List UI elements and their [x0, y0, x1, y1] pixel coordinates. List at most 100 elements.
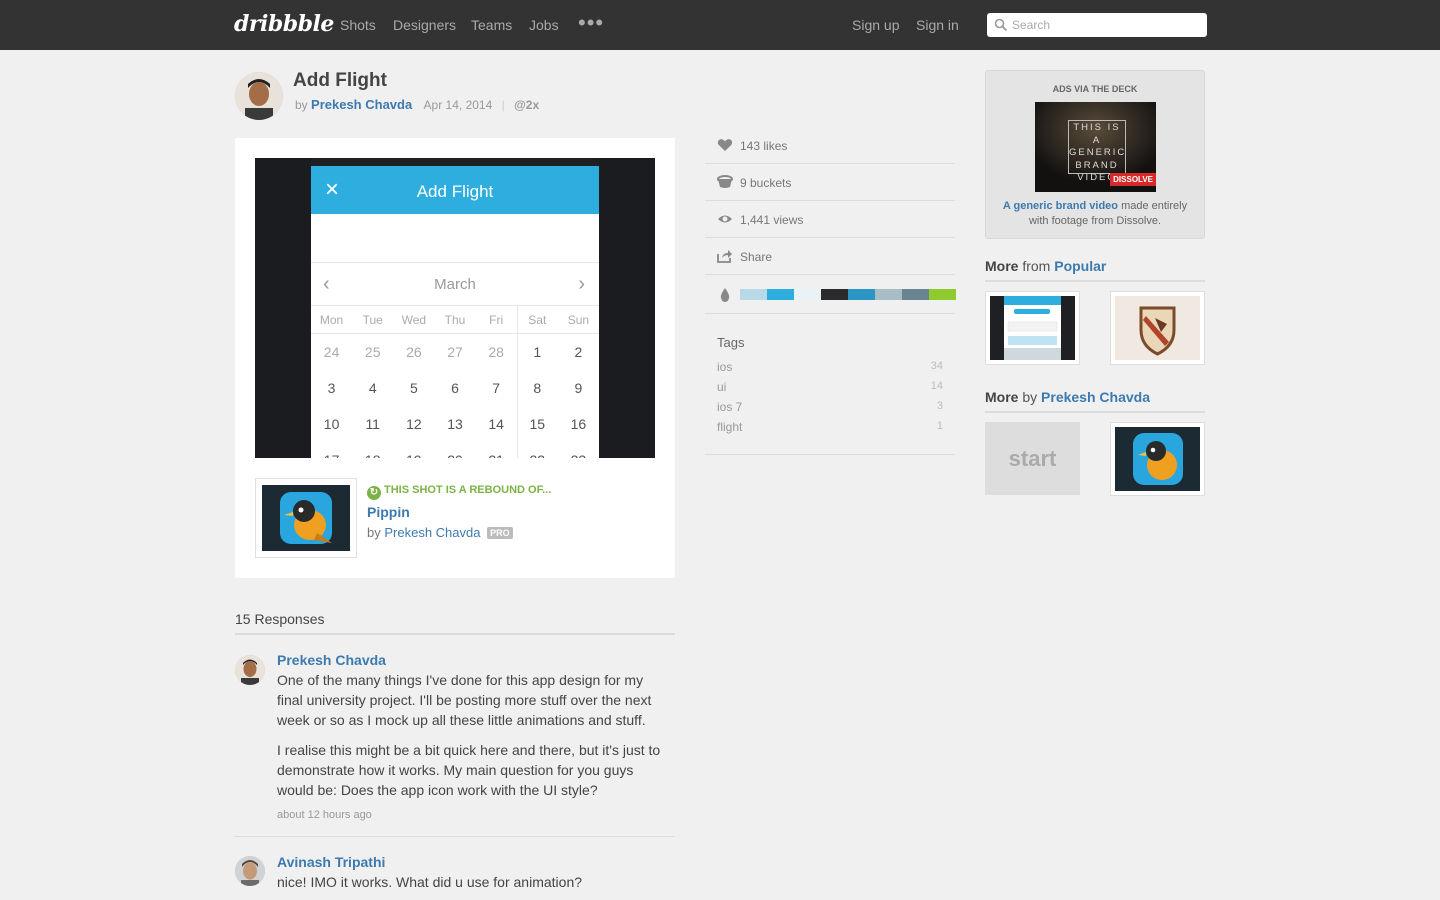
tag-row[interactable]: flight 1 — [717, 420, 943, 436]
color-swatch[interactable] — [821, 289, 848, 300]
bucket-icon — [717, 175, 733, 188]
shot-date: Apr 14, 2014 — [423, 98, 493, 112]
nav-more-icon[interactable]: ••• — [578, 10, 604, 36]
day-cell: 3 — [327, 380, 336, 396]
tag-row[interactable]: ios 34 — [717, 360, 943, 376]
day-cell: 24 — [323, 344, 340, 360]
day-cell: 28 — [488, 344, 504, 360]
search-input[interactable] — [1012, 16, 1200, 34]
color-swatch[interactable] — [875, 289, 902, 300]
color-palette — [740, 289, 956, 300]
eye-icon — [718, 215, 732, 223]
tag-link[interactable]: ios — [717, 360, 732, 374]
ad-link[interactable]: A generic brand video — [1003, 200, 1118, 212]
dissolve-badge: DISSOLVE — [1110, 173, 1156, 186]
shot-byline: by Prekesh Chavda Apr 14, 2014 | @2x — [295, 97, 539, 112]
bird-app-icon — [262, 485, 350, 551]
color-drop-icon — [720, 288, 730, 302]
tags-heading: Tags — [717, 335, 745, 350]
comment-avatar[interactable] — [235, 856, 265, 886]
weekday: Sun — [567, 312, 590, 327]
views-count: 1,441 views — [740, 213, 804, 227]
rebound-icon: ↻ — [367, 486, 381, 500]
byline-author-link[interactable]: Prekesh Chavda — [311, 97, 412, 112]
nav-shots[interactable]: Shots — [340, 17, 376, 33]
rebound-author-link[interactable]: Prekesh Chavda — [384, 525, 480, 540]
ad-image[interactable]: THIS IS A GENERIC BRAND VIDEO DISSOLVE — [1035, 102, 1156, 192]
rebound-label: ↻ THIS SHOT IS A REBOUND OF... — [367, 484, 551, 500]
likes-count: 143 likes — [740, 139, 788, 153]
nav-jobs[interactable]: Jobs — [529, 17, 559, 33]
day-cell: 26 — [406, 344, 422, 360]
shot-image[interactable]: × Add Flight ‹ March › Mon Tue Wed Thu F… — [255, 158, 655, 458]
day-cell: 2 — [574, 344, 583, 360]
ad-box: ADS VIA THE DECK THIS IS A GENERIC BRAND… — [985, 70, 1205, 239]
tag-link[interactable]: ui — [717, 380, 726, 394]
day-cell: 16 — [570, 416, 587, 432]
weekday: Thu — [444, 312, 466, 327]
comment-text: nice! IMO it works. What did u use for a… — [277, 874, 583, 890]
phone-mockup: × Add Flight ‹ March › Mon Tue Wed Thu F… — [311, 166, 599, 458]
comment-author-link[interactable]: Prekesh Chavda — [277, 652, 386, 668]
weekday: Fri — [489, 312, 504, 327]
comment-avatar[interactable] — [235, 655, 265, 685]
popular-link[interactable]: Popular — [1054, 258, 1106, 274]
day-cell: 27 — [447, 344, 463, 360]
more-by-author-link[interactable]: Prekesh Chavda — [1041, 389, 1150, 405]
color-swatch[interactable] — [767, 289, 794, 300]
color-swatch[interactable] — [848, 289, 875, 300]
day-cell: 1 — [533, 344, 542, 360]
more-by-author-heading: More by Prekesh Chavda — [985, 389, 1205, 413]
color-swatch[interactable] — [794, 289, 821, 300]
buckets-row[interactable]: 9 buckets — [705, 164, 955, 201]
author-thumb[interactable] — [1110, 422, 1205, 496]
signup-link[interactable]: Sign up — [852, 17, 899, 33]
nav-teams[interactable]: Teams — [471, 17, 512, 33]
rebound-title-link[interactable]: Pippin — [367, 504, 410, 520]
tag-row[interactable]: ui 14 — [717, 380, 943, 396]
author-avatar[interactable] — [235, 72, 283, 120]
color-swatch[interactable] — [902, 289, 929, 300]
calendar-row: 3 4 5 6 7 8 9 — [311, 370, 599, 406]
day-cell: 7 — [492, 380, 501, 396]
share-label: Share — [740, 250, 773, 264]
resolution-link[interactable]: @2x — [514, 98, 539, 112]
comment-text: I realise this might be a bit quick here… — [277, 742, 661, 798]
chevron-right-icon: › — [578, 273, 585, 295]
start-thumb[interactable]: start — [985, 422, 1080, 495]
share-row[interactable]: Share — [705, 238, 955, 275]
tags-divider — [705, 454, 955, 455]
signin-link[interactable]: Sign in — [916, 17, 959, 33]
likes-row[interactable]: 143 likes — [705, 127, 955, 164]
shot-card: × Add Flight ‹ March › Mon Tue Wed Thu F… — [235, 138, 675, 578]
tag-link[interactable]: flight — [717, 420, 742, 434]
day-cell: 17 — [311, 452, 352, 458]
day-cell: 14 — [488, 416, 504, 432]
calendar-row: 10 11 12 13 14 15 16 — [311, 406, 599, 442]
color-swatch[interactable] — [740, 289, 767, 300]
byline-by: by — [295, 98, 308, 112]
day-cell: 4 — [368, 380, 377, 396]
day-cell: 11 — [365, 416, 380, 432]
nav-designers[interactable]: Designers — [393, 17, 456, 33]
popular-thumb[interactable] — [1110, 291, 1205, 365]
rebound-thumbnail[interactable] — [255, 478, 357, 558]
tag-link[interactable]: ios 7 — [717, 400, 742, 414]
tag-count: 14 — [930, 380, 943, 392]
day-cell: 5 — [409, 380, 418, 396]
tag-count: 1 — [936, 420, 943, 432]
share-icon — [717, 250, 732, 263]
day-cell: 21 — [476, 452, 517, 458]
weekday: Tue — [362, 312, 383, 327]
day-cell: 15 — [529, 416, 546, 432]
color-swatch[interactable] — [929, 289, 956, 300]
month-row: ‹ March › — [311, 262, 599, 306]
byline-separator: | — [501, 98, 505, 112]
dribbble-logo[interactable]: dribbble — [234, 11, 334, 37]
comment-text: One of the many things I've done for thi… — [277, 672, 652, 728]
day-cell: 8 — [533, 380, 542, 396]
tag-row[interactable]: ios 7 3 — [717, 400, 943, 416]
comment-author-link[interactable]: Avinash Tripathi — [277, 854, 385, 870]
popular-thumb[interactable] — [985, 291, 1080, 365]
mockup-title: Add Flight — [416, 182, 494, 201]
